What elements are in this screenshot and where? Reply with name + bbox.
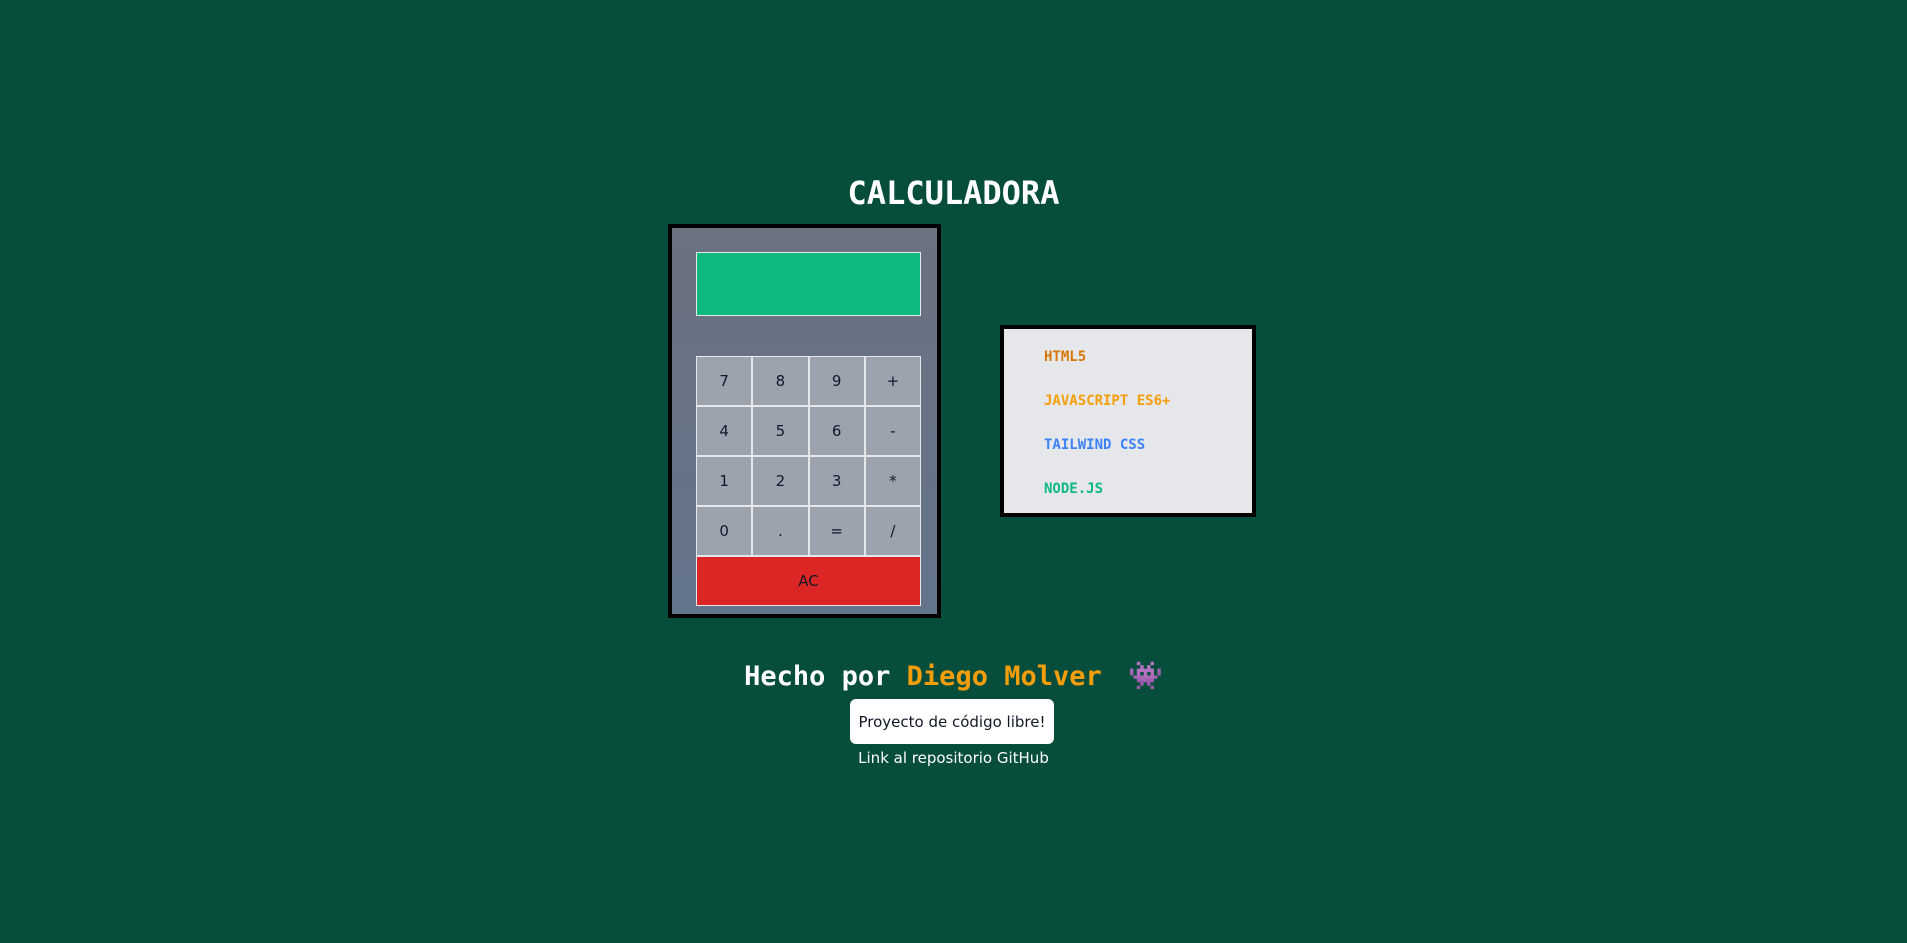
tech-item-tailwind: TAILWIND CSS xyxy=(1044,437,1146,453)
key-6[interactable]: 6 xyxy=(808,406,865,456)
clear-button[interactable]: AC xyxy=(696,556,921,606)
key-divide[interactable]: / xyxy=(864,506,921,556)
tech-item-nodejs: NODE.JS xyxy=(1044,481,1104,497)
key-decimal[interactable]: . xyxy=(752,506,809,556)
key-subtract[interactable]: - xyxy=(864,406,921,456)
key-2[interactable]: 2 xyxy=(752,456,809,506)
key-5[interactable]: 5 xyxy=(752,406,809,456)
open-source-badge: Proyecto de código libre! xyxy=(850,699,1054,744)
made-by-line: Hecho por Diego Molver 👾 xyxy=(0,656,1907,697)
github-repo-link[interactable]: Link al repositorio GitHub xyxy=(858,749,1049,767)
key-multiply[interactable]: * xyxy=(864,456,921,506)
calculator-keypad: 7 8 9 + 4 5 6 - 1 2 3 * 0 . = / AC xyxy=(696,356,921,606)
tech-item-javascript: JAVASCRIPT ES6+ xyxy=(1044,393,1171,409)
key-equals[interactable]: = xyxy=(808,506,865,556)
calculator: 7 8 9 + 4 5 6 - 1 2 3 * 0 . = / AC xyxy=(668,224,941,618)
tech-item-html5: HTML5 xyxy=(1044,349,1087,365)
key-1[interactable]: 1 xyxy=(696,456,753,506)
tech-stack-panel: HTML5 JAVASCRIPT ES6+ TAILWIND CSS NODE.… xyxy=(1000,325,1256,517)
page-title: CALCULADORA xyxy=(847,174,1060,212)
key-0[interactable]: 0 xyxy=(696,506,753,556)
made-by-prefix: Hecho por xyxy=(744,661,891,692)
calculator-display xyxy=(696,252,921,316)
key-9[interactable]: 9 xyxy=(808,356,865,406)
key-3[interactable]: 3 xyxy=(808,456,865,506)
repo-link-row: Link al repositorio GitHub xyxy=(0,748,1907,768)
key-7[interactable]: 7 xyxy=(696,356,753,406)
key-8[interactable]: 8 xyxy=(752,356,809,406)
alien-monster-icon: 👾 xyxy=(1128,659,1163,692)
key-4[interactable]: 4 xyxy=(696,406,753,456)
author-name: Diego Molver xyxy=(906,661,1102,692)
key-add[interactable]: + xyxy=(864,356,921,406)
